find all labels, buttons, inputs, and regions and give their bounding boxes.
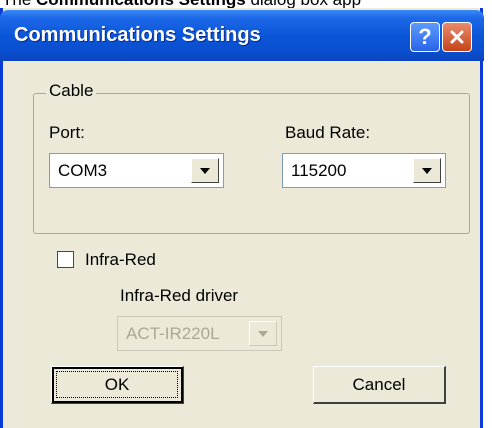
- cancel-button-label: Cancel: [352, 374, 406, 394]
- port-dropdown-button[interactable]: [191, 158, 219, 183]
- infra-red-checkbox[interactable]: [57, 251, 74, 268]
- baud-rate-dropdown-button[interactable]: [413, 158, 441, 183]
- port-label: Port:: [49, 123, 85, 142]
- infra-red-label[interactable]: Infra-Red: [85, 250, 156, 270]
- chevron-down-icon: [258, 330, 268, 337]
- infra-red-driver-label: Infra-Red driver: [120, 286, 239, 305]
- help-button[interactable]: ?: [410, 22, 440, 52]
- baud-rate-select-value: 115200: [291, 161, 347, 180]
- chevron-down-icon: [422, 167, 432, 174]
- ok-button[interactable]: OK: [51, 366, 184, 404]
- infra-red-driver-dropdown-button[interactable]: [249, 321, 277, 346]
- baud-rate-select[interactable]: 115200: [282, 153, 446, 188]
- infra-red-driver-select[interactable]: ACT-IR220L: [117, 316, 282, 351]
- cancel-button[interactable]: Cancel: [313, 366, 446, 404]
- ok-button-label: OK: [104, 374, 130, 394]
- close-icon: [450, 30, 464, 44]
- chevron-down-icon: [200, 167, 210, 174]
- baud-rate-label: Baud Rate:: [285, 123, 371, 142]
- window-title: Communications Settings: [14, 24, 261, 46]
- cable-group-legend: Cable: [46, 81, 97, 101]
- infra-red-driver-value: ACT-IR220L: [126, 324, 220, 343]
- port-select[interactable]: COM3: [49, 153, 224, 188]
- title-bar[interactable]: Communications Settings ?: [0, 10, 484, 61]
- close-button[interactable]: [442, 22, 472, 52]
- port-select-value: COM3: [58, 161, 108, 180]
